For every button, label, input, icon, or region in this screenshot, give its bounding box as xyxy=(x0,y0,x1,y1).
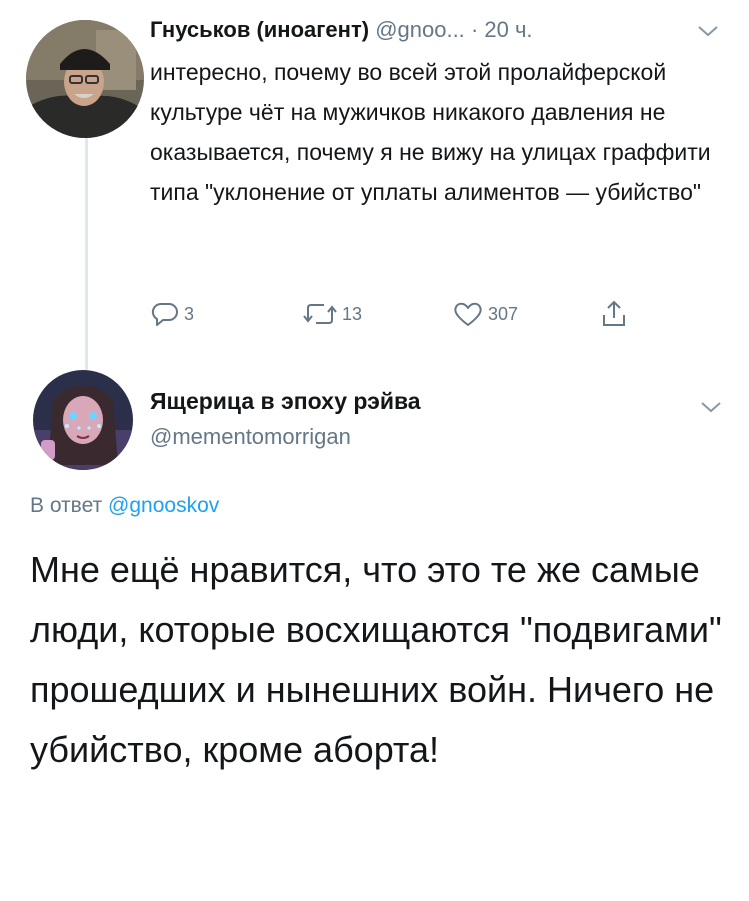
avatar[interactable] xyxy=(26,20,144,138)
chevron-down-icon[interactable] xyxy=(700,400,722,414)
author-handle[interactable]: @mementomorrigan xyxy=(150,424,351,450)
share-icon xyxy=(603,300,625,326)
tweet-header: Гнуськов (иноагент) @gnoo... · 20 ч. xyxy=(150,10,710,50)
author-name[interactable]: Гнуськов (иноагент) xyxy=(150,17,369,42)
reply-button[interactable]: 3 xyxy=(150,298,194,330)
reply-to-link[interactable]: @gnooskov xyxy=(108,494,219,517)
tweet-text: Мне ещё нравится, что это те же самые лю… xyxy=(30,549,722,770)
avatar-image xyxy=(33,370,133,470)
share-button[interactable] xyxy=(600,298,628,330)
author-name[interactable]: Ящерица в эпоху рэйва xyxy=(150,388,421,415)
chevron-down-icon[interactable] xyxy=(697,24,719,38)
avatar[interactable] xyxy=(33,370,133,470)
reply-prefix: В ответ xyxy=(30,494,103,517)
like-count: 307 xyxy=(488,303,519,324)
tweet-text: интересно, почему во всей этой пролайфер… xyxy=(150,59,711,205)
author-handle[interactable]: @gnoo... xyxy=(375,17,465,42)
reply-count: 3 xyxy=(184,303,195,324)
reply-context: В ответ @gnooskov xyxy=(30,494,219,518)
reply-icon xyxy=(151,302,178,326)
avatar-image xyxy=(26,20,144,138)
like-button[interactable]: 307 xyxy=(452,298,518,330)
thread-connector-line xyxy=(85,118,88,370)
retweet-button[interactable]: 13 xyxy=(302,298,362,330)
tweet-timestamp[interactable]: · 20 ч. xyxy=(471,17,533,42)
retweet-count: 13 xyxy=(342,303,363,324)
heart-icon xyxy=(454,302,482,326)
retweet-icon xyxy=(303,304,337,324)
